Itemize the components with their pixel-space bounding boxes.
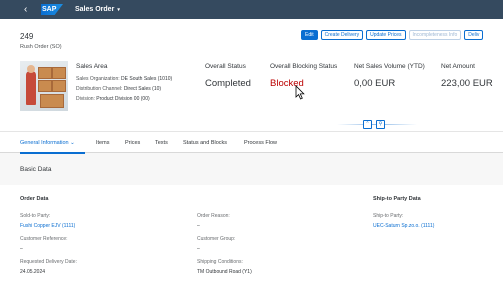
overall-status-value: Completed — [205, 78, 251, 89]
sold-to-party-link[interactable]: Fushi Copper EJV (1111) — [20, 223, 75, 229]
field-label: Sales Organization: — [76, 76, 120, 82]
app-title-menu[interactable]: Sales Order ▾ — [75, 6, 120, 13]
net-sales-volume-label: Net Sales Volume (YTD) — [354, 63, 425, 70]
logo-text: SAP — [42, 6, 57, 13]
active-tab-indicator — [20, 152, 85, 154]
header-actions: Edit Create Delivery Update Prices Incom… — [301, 30, 484, 40]
distribution-channel: Distribution Channel: Direct Sales (10) — [76, 86, 161, 92]
section-tabs: General Information ⌄ Items Prices Texts… — [0, 131, 503, 154]
customer-group-value: – — [197, 246, 200, 252]
object-subtitle: Rush Order (SO) — [20, 44, 62, 50]
tab-general-information[interactable]: General Information ⌄ — [20, 140, 75, 146]
mouse-cursor-icon — [295, 85, 305, 100]
tab-texts[interactable]: Texts — [155, 140, 168, 146]
net-amount-label: Net Amount — [441, 63, 475, 70]
sold-to-party-label: Sold-to Party: — [20, 213, 51, 219]
sap-logo[interactable]: SAP — [41, 4, 63, 15]
create-delivery-button[interactable]: Create Delivery — [320, 30, 364, 40]
tab-label: General Information — [20, 140, 69, 146]
field-value: DE South Sales (1010) — [121, 76, 173, 82]
customer-group-label: Customer Group: — [197, 236, 236, 242]
sales-organization: Sales Organization: DE South Sales (1010… — [76, 76, 172, 82]
back-icon[interactable]: ‹ — [24, 0, 38, 19]
app-title: Sales Order — [75, 6, 115, 13]
tab-status-and-blocks[interactable]: Status and Blocks — [183, 140, 227, 146]
tab-process-flow[interactable]: Process Flow — [244, 140, 277, 146]
field-value: Product Division 00 (00) — [96, 96, 150, 102]
incompleteness-info-button[interactable]: Incompleteness Info — [408, 30, 462, 40]
customer-reference-label: Customer Reference: — [20, 236, 68, 242]
object-header: 249 Rush Order (SO) Edit Create Delivery… — [0, 19, 503, 131]
ship-to-party-data-title: Ship-to Party Data — [373, 196, 421, 202]
field-value: Direct Sales (10) — [123, 86, 162, 92]
update-prices-button[interactable]: Update Prices — [366, 30, 406, 40]
pin-header-icon[interactable]: ⚲ — [376, 120, 385, 129]
order-reason-label: Order Reason: — [197, 213, 230, 219]
edit-button[interactable]: Edit — [301, 30, 318, 40]
order-reason-value: – — [197, 223, 200, 229]
chevron-down-icon: ▾ — [117, 6, 120, 13]
division: Division: Product Division 00 (00) — [76, 96, 150, 102]
order-image — [20, 61, 68, 111]
collapse-header-icon[interactable]: ⌃ — [363, 120, 372, 129]
requested-delivery-date-label: Requested Delivery Date: — [20, 259, 77, 265]
section-title: Basic Data — [20, 166, 52, 173]
ship-to-party-link[interactable]: UEC-Saturn Sp.zo.o. (1111) — [373, 223, 434, 229]
tab-prices[interactable]: Prices — [125, 140, 140, 146]
field-label: Distribution Channel: — [76, 86, 123, 92]
sales-area-title: Sales Area — [76, 63, 108, 70]
order-data-title: Order Data — [20, 196, 49, 202]
blocking-status-label: Overall Blocking Status — [270, 63, 338, 70]
tab-items[interactable]: Items — [96, 140, 109, 146]
shipping-conditions-value: TM Outbound Road (Y1) — [197, 269, 252, 275]
ship-to-party-label: Ship-to Party: — [373, 213, 404, 219]
net-amount-value: 223,00 EUR — [441, 78, 493, 89]
customer-reference-value: – — [20, 246, 23, 252]
net-sales-volume-value: 0,00 EUR — [354, 78, 396, 89]
requested-delivery-date-value: 24.05.2024 — [20, 269, 46, 275]
shell-bar: ‹ SAP Sales Order ▾ — [0, 0, 503, 19]
delivery-button[interactable]: Deliv — [464, 30, 484, 40]
chevron-down-icon: ⌄ — [70, 140, 75, 146]
overall-status-label: Overall Status — [205, 63, 246, 70]
field-label: Division: — [76, 96, 95, 102]
object-id: 249 — [20, 32, 34, 41]
shipping-conditions-label: Shipping Conditions: — [197, 259, 243, 265]
